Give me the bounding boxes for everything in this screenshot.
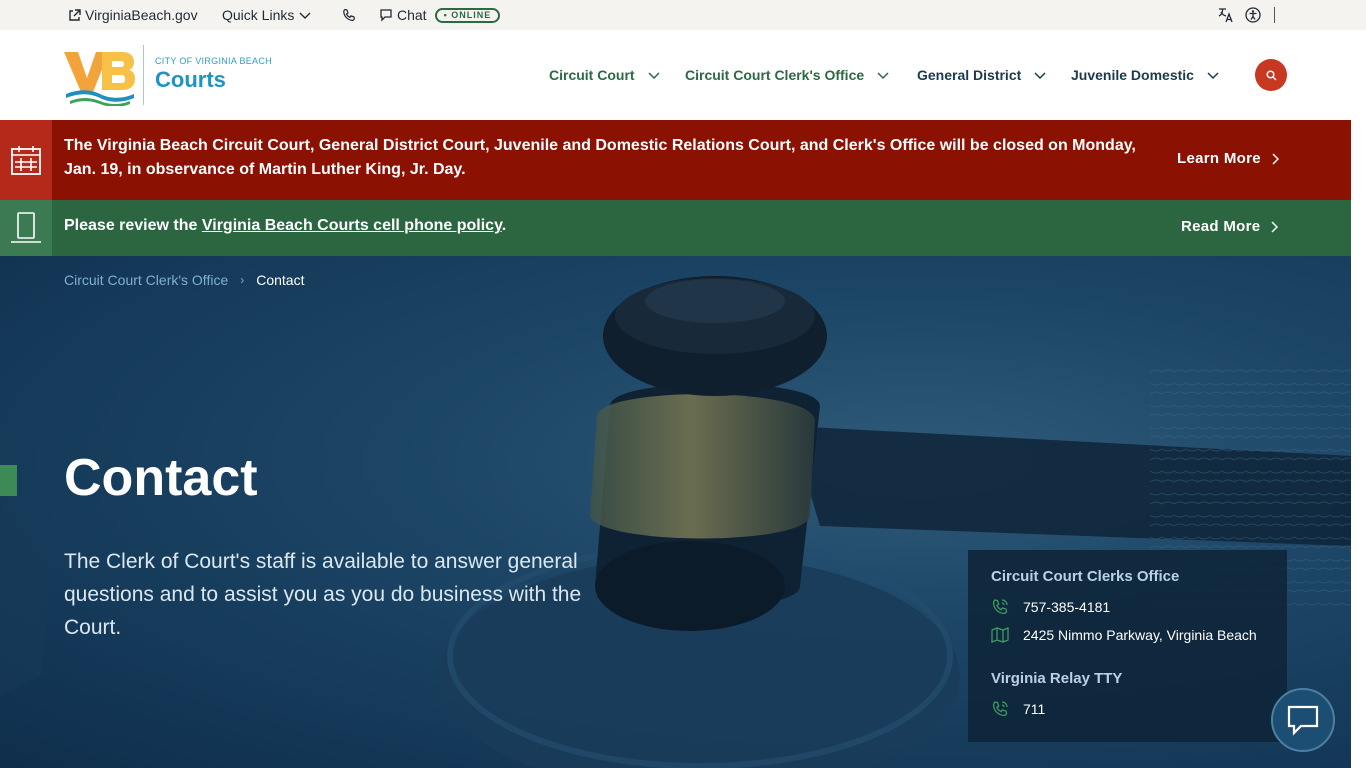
read-more-link[interactable]: Read More [1181,218,1279,235]
nav-circuit-court-clerks-office[interactable]: Circuit Court Clerk's Office [685,65,890,85]
chat-widget-button[interactable] [1271,688,1335,752]
chevron-down-icon [877,72,889,80]
learn-more-label: Learn More [1177,150,1261,167]
learn-more-link[interactable]: Learn More [1177,150,1279,167]
chevron-down-icon [1034,72,1046,80]
chevron-right-icon [1271,220,1279,233]
contact-info-card: Circuit Court Clerks Office 757-385-4181… [968,550,1287,742]
nav-circuit-court[interactable]: Circuit Court [549,65,661,85]
wave-line [1150,536,1351,540]
breadcrumb-current: Contact [256,272,305,288]
breadcrumb-clerks-office-link[interactable]: Circuit Court Clerk's Office [64,272,228,288]
accessibility-button[interactable] [1245,0,1261,30]
logo-divider [143,45,144,105]
phone-icon [992,701,1008,717]
wave-line [1150,479,1351,483]
nav-general-district[interactable]: General District [917,65,1047,85]
nav-label: General District [917,67,1022,83]
relay-phone-row[interactable]: 711 [991,700,1045,718]
logo-city-text: CITY OF VIRGINIA BEACH [155,56,272,66]
wave-line [1150,382,1351,386]
quick-links-dropdown[interactable]: Quick Links [222,0,312,30]
calendar-icon [11,146,41,175]
wave-line [1150,492,1351,496]
map-icon [991,627,1009,643]
utility-divider [1274,7,1275,23]
breadcrumb-separator-icon: › [240,273,245,287]
contact-hero: Circuit Court Clerk's Office › Contact C… [0,256,1351,768]
wave-line [1150,404,1351,408]
virginiabeach-gov-label: VirginiaBeach.gov [85,7,198,23]
chevron-right-icon [1272,152,1279,165]
cell-phone-policy-link[interactable]: Virginia Beach Courts cell phone policy [202,217,502,234]
wave-line [1150,501,1351,505]
nav-juvenile-domestic[interactable]: Juvenile Domestic [1071,65,1220,85]
wave-line [1150,391,1351,395]
office-address-row[interactable]: 2425 Nimmo Parkway, Virginia Beach [991,627,1257,643]
wave-line [1150,523,1351,527]
closure-alert: The Virginia Beach Circuit Court, Genera… [0,120,1351,200]
search-button[interactable] [1255,59,1287,91]
policy-alert: Please review the Virginia Beach Courts … [0,200,1351,256]
policy-prefix: Please review the [64,217,202,234]
wave-line [1150,514,1351,518]
wave-line [1150,426,1351,430]
policy-message: Please review the Virginia Beach Courts … [64,217,506,235]
chevron-down-icon [648,72,660,80]
translate-button[interactable] [1217,0,1235,30]
nav-label: Circuit Court Clerk's Office [685,67,865,83]
accessibility-icon [1245,7,1261,23]
read-more-label: Read More [1181,218,1261,235]
office-phone: 757-385-4181 [1023,599,1111,615]
chevron-down-icon [299,12,311,19]
wave-line [1150,545,1351,549]
page-description: The Clerk of Court's staff is available … [64,550,582,639]
utility-bar: VirginiaBeach.gov Quick Links Chat • ONL… [0,0,1366,30]
chat-label: Chat [397,7,427,23]
alert-icon-box [0,200,52,256]
virginiabeach-gov-link[interactable]: VirginiaBeach.gov [68,0,198,30]
relay-heading: Virginia Relay TTY [991,670,1123,687]
office-heading: Circuit Court Clerks Office [991,568,1180,585]
wave-line [1150,435,1351,439]
translate-icon [1218,8,1233,23]
chat-bubble-icon [380,9,392,22]
breadcrumb: Circuit Court Clerk's Office › Contact [64,272,304,288]
site-header: CITY OF VIRGINIA BEACH Courts Circuit Co… [0,30,1366,120]
policy-suffix: . [501,217,507,234]
wave-line [1150,448,1351,452]
office-address: 2425 Nimmo Parkway, Virginia Beach [1023,627,1257,643]
nav-label: Juvenile Domestic [1071,67,1194,83]
search-icon [1265,69,1277,81]
external-link-icon [69,8,81,21]
office-phone-row[interactable]: 757-385-4181 [991,598,1110,616]
vb-logo-icon [64,52,135,106]
phone-button[interactable] [342,0,356,30]
wave-line [1150,413,1351,417]
phone-icon [992,599,1008,615]
chevron-down-icon [1207,72,1219,80]
page-title: Contact [64,449,258,507]
side-accent-marker [0,465,17,496]
wave-line [1150,457,1351,461]
online-status-badge: • ONLINE [434,7,501,23]
relay-number: 711 [1023,701,1046,717]
alert-icon-box [0,120,52,200]
wave-line [1150,470,1351,474]
wave-line [1150,369,1351,373]
chat-bubble-icon [1287,705,1319,736]
chat-link[interactable]: Chat • ONLINE [379,0,501,30]
phone-icon [343,8,356,22]
quick-links-label: Quick Links [222,7,295,23]
logo-courts-text: Courts [155,67,226,92]
mobile-phone-icon [11,212,41,243]
nav-label: Circuit Court [549,67,635,83]
closure-message: The Virginia Beach Circuit Court, Genera… [64,137,1136,178]
